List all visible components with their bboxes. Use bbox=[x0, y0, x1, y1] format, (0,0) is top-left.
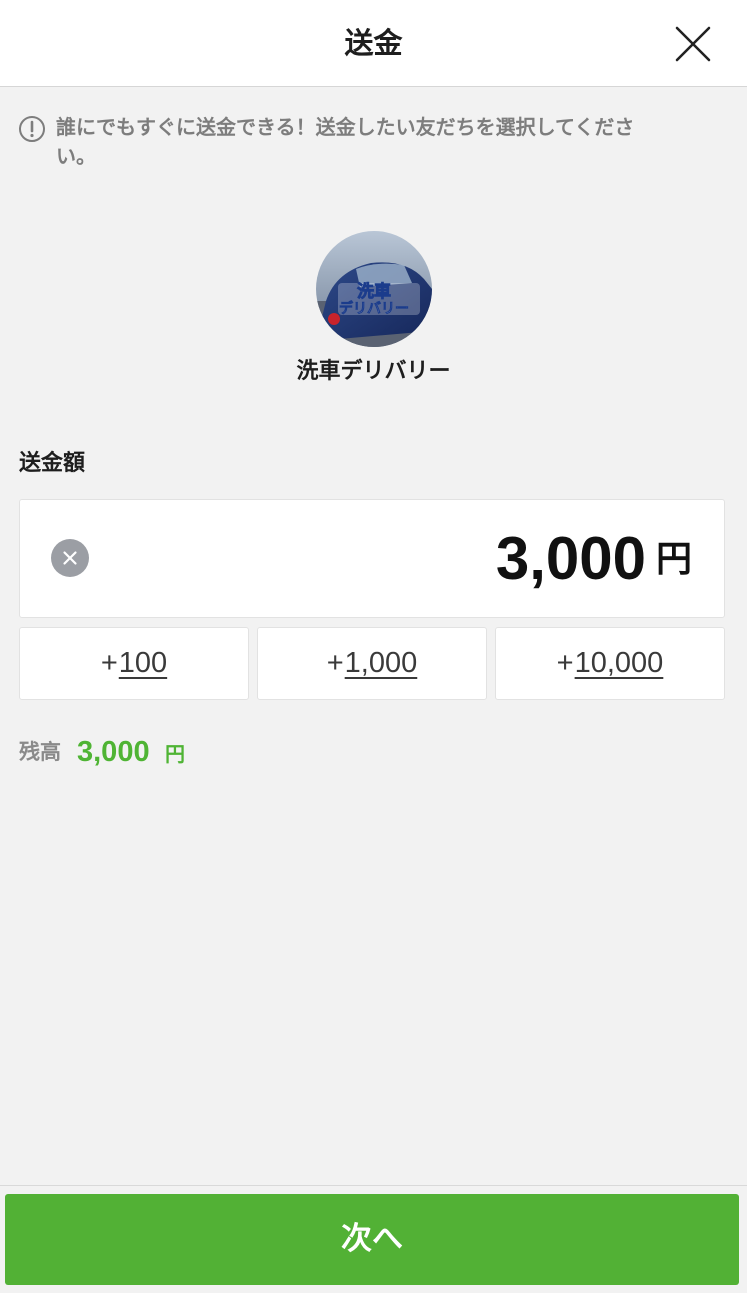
amount-label: 送金額 bbox=[19, 451, 86, 476]
balance-value: 3,000 bbox=[77, 736, 150, 768]
add-10000-button[interactable]: +10,000 bbox=[495, 627, 725, 700]
svg-text:洗車: 洗車 bbox=[357, 281, 391, 302]
notice-text: 誰にでもすぐに送金できる！送金したい友だちを選択してください。 bbox=[56, 115, 635, 168]
balance-label: 残高 bbox=[19, 740, 61, 764]
close-button[interactable] bbox=[669, 20, 717, 68]
add-100-button[interactable]: +100 bbox=[19, 627, 249, 700]
recipient-name: 洗車デリバリー bbox=[296, 359, 451, 384]
close-icon bbox=[675, 26, 711, 62]
exclamation-circle-icon bbox=[19, 116, 45, 142]
plus-sign: + bbox=[326, 647, 344, 679]
svg-text:デリバリー: デリバリー bbox=[339, 300, 409, 317]
header-bar: 送金 bbox=[0, 0, 747, 87]
quick-amount: 1,000 bbox=[344, 647, 418, 679]
plus-sign: + bbox=[556, 647, 574, 679]
recipient-avatar: 洗車 デリバリー bbox=[316, 231, 432, 347]
balance-unit: 円 bbox=[165, 742, 185, 766]
clear-amount-button[interactable] bbox=[51, 539, 89, 577]
plus-sign: + bbox=[100, 647, 118, 679]
amount-unit: 円 bbox=[655, 539, 692, 580]
amount-value: 3,000 bbox=[495, 525, 646, 592]
page-title: 送金 bbox=[344, 26, 403, 60]
quick-amount: 10,000 bbox=[574, 647, 664, 679]
amount-input-field[interactable]: 3,000 円 bbox=[19, 499, 725, 618]
next-button[interactable]: 次へ bbox=[5, 1194, 739, 1285]
clear-circle-icon bbox=[63, 551, 77, 565]
add-1000-button[interactable]: +1,000 bbox=[257, 627, 487, 700]
send-money-screen: 送金 誰にでもすぐに送金できる！送金したい友だちを選択してください。 洗車 デリ… bbox=[0, 0, 747, 1293]
quick-amount: 100 bbox=[118, 647, 168, 679]
